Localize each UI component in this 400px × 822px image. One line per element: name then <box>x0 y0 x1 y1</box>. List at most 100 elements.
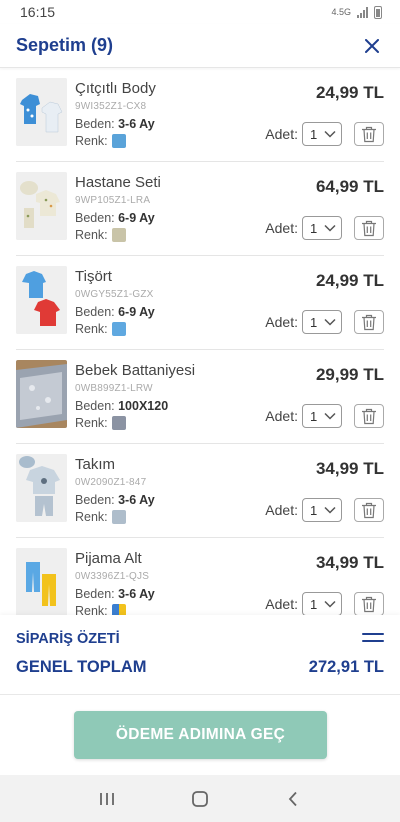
color-swatch <box>111 604 126 615</box>
quantity-select[interactable]: 1 <box>302 310 342 334</box>
trash-icon <box>362 408 376 424</box>
home-button[interactable] <box>185 784 215 814</box>
product-image[interactable] <box>16 266 67 334</box>
color-swatch <box>111 510 126 524</box>
page-title: Sepetim (9) <box>16 35 114 55</box>
product-image[interactable] <box>16 172 67 240</box>
product-size: Beden: 6-9 Ay <box>75 211 155 225</box>
product-size: Beden: 100X120 <box>75 399 169 413</box>
product-code: 0W3396Z1-QJS <box>75 571 150 582</box>
quantity-select[interactable]: 1 <box>302 498 342 522</box>
quantity-label: Adet: <box>265 220 298 236</box>
product-name[interactable]: Hastane Seti <box>75 174 161 191</box>
home-icon <box>192 790 208 807</box>
quantity-value: 1 <box>310 408 318 424</box>
product-price: 34,99 TL <box>315 553 384 572</box>
quantity-value: 1 <box>310 502 318 518</box>
quantity-label: Adet: <box>265 314 298 330</box>
color-swatch <box>111 416 126 430</box>
summary-toggle-button[interactable] <box>362 633 384 645</box>
color-swatch <box>111 228 126 242</box>
system-nav-bar <box>0 775 400 822</box>
chevron-down-icon <box>324 412 336 420</box>
total-value: 272,91 TL <box>308 658 384 676</box>
summary-title: SİPARİŞ ÖZETİ <box>16 631 120 647</box>
product-size: Beden: 6-9 Ay <box>75 305 155 319</box>
quantity-select[interactable]: 1 <box>302 216 342 240</box>
quantity-label: Adet: <box>265 502 298 518</box>
delete-item-button[interactable] <box>354 310 384 334</box>
product-size: Beden: 3-6 Ay <box>75 493 155 507</box>
close-button[interactable] <box>360 34 384 58</box>
signal-icon <box>357 6 368 18</box>
product-price: 24,99 TL <box>315 83 384 102</box>
product-image[interactable] <box>16 548 67 615</box>
recent-apps-button[interactable] <box>92 784 122 814</box>
product-code: 9WP105Z1-LRA <box>75 195 151 206</box>
delete-item-button[interactable] <box>354 592 384 615</box>
product-color: Renk: <box>75 228 161 242</box>
product-image[interactable] <box>16 454 67 522</box>
cart-header: Sepetim (9) <box>0 24 400 68</box>
product-name[interactable]: Bebek Battaniyesi <box>75 362 195 379</box>
product-color: Renk: <box>75 416 195 430</box>
cart-item: Hastane Seti 9WP105Z1-LRA Beden: 6-9 Ay … <box>16 162 384 256</box>
chevron-down-icon <box>324 318 336 326</box>
cart-item: Bebek Battaniyesi 0WB899Z1-LRW Beden: 10… <box>16 350 384 444</box>
product-image[interactable] <box>16 360 67 428</box>
product-size: Beden: 3-6 Ay <box>75 117 155 131</box>
product-image[interactable] <box>16 78 67 146</box>
trash-icon <box>362 314 376 330</box>
product-name[interactable]: Çıtçıtlı Body <box>75 80 156 97</box>
order-summary: SİPARİŞ ÖZETİ GENEL TOPLAM 272,91 TL <box>0 615 400 695</box>
chevron-down-icon <box>324 130 336 138</box>
quantity-label: Adet: <box>265 596 298 612</box>
cart-item: Pijama Alt 0W3396Z1-QJS Beden: 3-6 Ay Re… <box>16 538 384 615</box>
checkout-button[interactable]: ÖDEME ADIMINA GEÇ <box>74 711 327 759</box>
product-name[interactable]: Tişört <box>75 268 155 285</box>
battery-icon <box>374 5 382 19</box>
delete-item-button[interactable] <box>354 498 384 522</box>
quantity-row: Adet: 1 <box>265 404 384 428</box>
recent-apps-icon <box>99 792 114 805</box>
quantity-row: Adet: 1 <box>265 592 384 615</box>
quantity-select[interactable]: 1 <box>302 404 342 428</box>
product-price: 34,99 TL <box>315 459 384 478</box>
product-price: 64,99 TL <box>315 177 384 196</box>
product-code: 0WGY55Z1-GZX <box>75 289 154 300</box>
checkout-area: ÖDEME ADIMINA GEÇ <box>0 695 400 775</box>
delete-item-button[interactable] <box>354 404 384 428</box>
cart-item: Çıtçıtlı Body 9WI352Z1-CX8 Beden: 3-6 Ay… <box>16 68 384 162</box>
close-icon <box>365 38 379 53</box>
total-label: GENEL TOPLAM <box>16 658 147 676</box>
product-code: 0WB899Z1-LRW <box>75 383 153 394</box>
status-time: 16:15 <box>20 4 56 20</box>
quantity-label: Adet: <box>265 126 298 142</box>
back-button[interactable] <box>278 784 308 814</box>
chevron-down-icon <box>324 600 336 608</box>
quantity-row: Adet: 1 <box>265 310 384 334</box>
product-color: Renk: <box>75 322 155 336</box>
cart-item: Tişört 0WGY55Z1-GZX Beden: 6-9 Ay Renk: … <box>16 256 384 350</box>
quantity-select[interactable]: 1 <box>302 122 342 146</box>
product-color: Renk: <box>75 134 156 148</box>
product-name[interactable]: Pijama Alt <box>75 550 155 567</box>
product-code: 0W2090Z1-847 <box>75 477 147 488</box>
product-price: 24,99 TL <box>315 271 384 290</box>
trash-icon <box>362 126 376 142</box>
delete-item-button[interactable] <box>354 216 384 240</box>
product-code: 9WI352Z1-CX8 <box>75 101 147 112</box>
trash-icon <box>362 220 376 236</box>
quantity-value: 1 <box>310 596 318 612</box>
delete-item-button[interactable] <box>354 122 384 146</box>
product-name[interactable]: Takım <box>75 456 155 473</box>
toggle-icon <box>362 633 384 635</box>
cart-item: Takım 0W2090Z1-847 Beden: 3-6 Ay Renk: 3… <box>16 444 384 538</box>
cart-list[interactable]: Çıtçıtlı Body 9WI352Z1-CX8 Beden: 3-6 Ay… <box>0 68 400 615</box>
quantity-row: Adet: 1 <box>265 498 384 522</box>
quantity-select[interactable]: 1 <box>302 592 342 615</box>
chevron-down-icon <box>324 224 336 232</box>
trash-icon <box>362 596 376 612</box>
status-icons: 4.5G <box>331 5 382 19</box>
product-color: Renk: <box>75 510 155 524</box>
